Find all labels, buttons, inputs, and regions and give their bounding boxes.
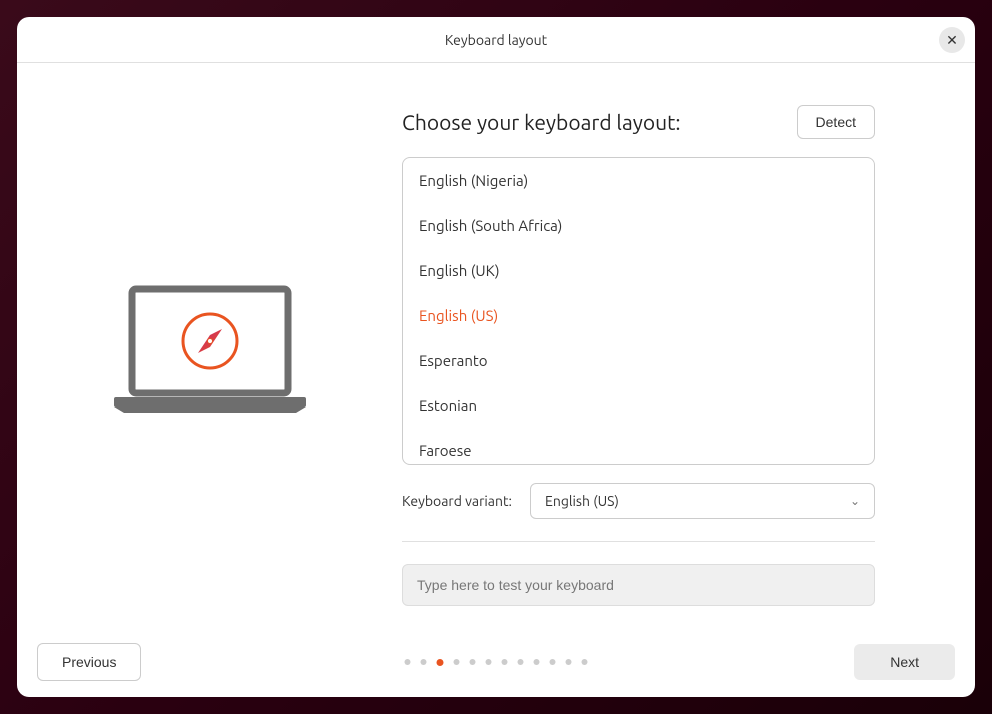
step-dot xyxy=(502,659,508,665)
content-area: Choose your keyboard layout: Detect Engl… xyxy=(17,63,975,697)
variant-label: Keyboard variant: xyxy=(402,493,512,509)
layout-item[interactable]: English (US) xyxy=(403,293,874,338)
step-dot xyxy=(405,659,411,665)
close-button[interactable]: ✕ xyxy=(939,27,965,53)
layout-item[interactable]: English (Nigeria) xyxy=(403,158,874,203)
layout-item[interactable]: Estonian xyxy=(403,383,874,428)
close-icon: ✕ xyxy=(946,32,958,49)
divider xyxy=(402,541,875,542)
footer-nav: Previous Next xyxy=(17,627,975,697)
step-dot xyxy=(566,659,572,665)
chevron-down-icon: ⌄ xyxy=(850,494,860,508)
step-dot xyxy=(421,659,427,665)
detect-button[interactable]: Detect xyxy=(797,105,875,139)
step-dot xyxy=(437,659,444,666)
page-heading: Choose your keyboard layout: xyxy=(402,110,681,134)
step-indicator xyxy=(405,659,588,666)
keyboard-test-input[interactable] xyxy=(402,564,875,606)
step-dot xyxy=(470,659,476,665)
variant-selected-value: English (US) xyxy=(545,493,619,509)
heading-row: Choose your keyboard layout: Detect xyxy=(402,105,875,139)
step-dot xyxy=(486,659,492,665)
previous-button[interactable]: Previous xyxy=(37,643,141,681)
next-button[interactable]: Next xyxy=(854,644,955,680)
keyboard-layout-list[interactable]: English (Nigeria)English (South Africa)E… xyxy=(402,157,875,465)
layout-item[interactable]: English (South Africa) xyxy=(403,203,874,248)
step-dot xyxy=(582,659,588,665)
window-title: Keyboard layout xyxy=(445,32,547,48)
layout-item[interactable]: Esperanto xyxy=(403,338,874,383)
layout-item[interactable]: English (UK) xyxy=(403,248,874,293)
variant-row: Keyboard variant: English (US) ⌄ xyxy=(402,483,875,519)
main-panel: Choose your keyboard layout: Detect Engl… xyxy=(402,63,975,697)
step-dot xyxy=(550,659,556,665)
layout-item[interactable]: Faroese xyxy=(403,428,874,465)
step-dot xyxy=(534,659,540,665)
laptop-compass-icon xyxy=(110,280,310,420)
illustration-panel xyxy=(17,63,402,697)
step-dot xyxy=(454,659,460,665)
step-dot xyxy=(518,659,524,665)
titlebar: Keyboard layout ✕ xyxy=(17,17,975,63)
variant-dropdown[interactable]: English (US) ⌄ xyxy=(530,483,875,519)
installer-window: Keyboard layout ✕ xyxy=(17,17,975,697)
